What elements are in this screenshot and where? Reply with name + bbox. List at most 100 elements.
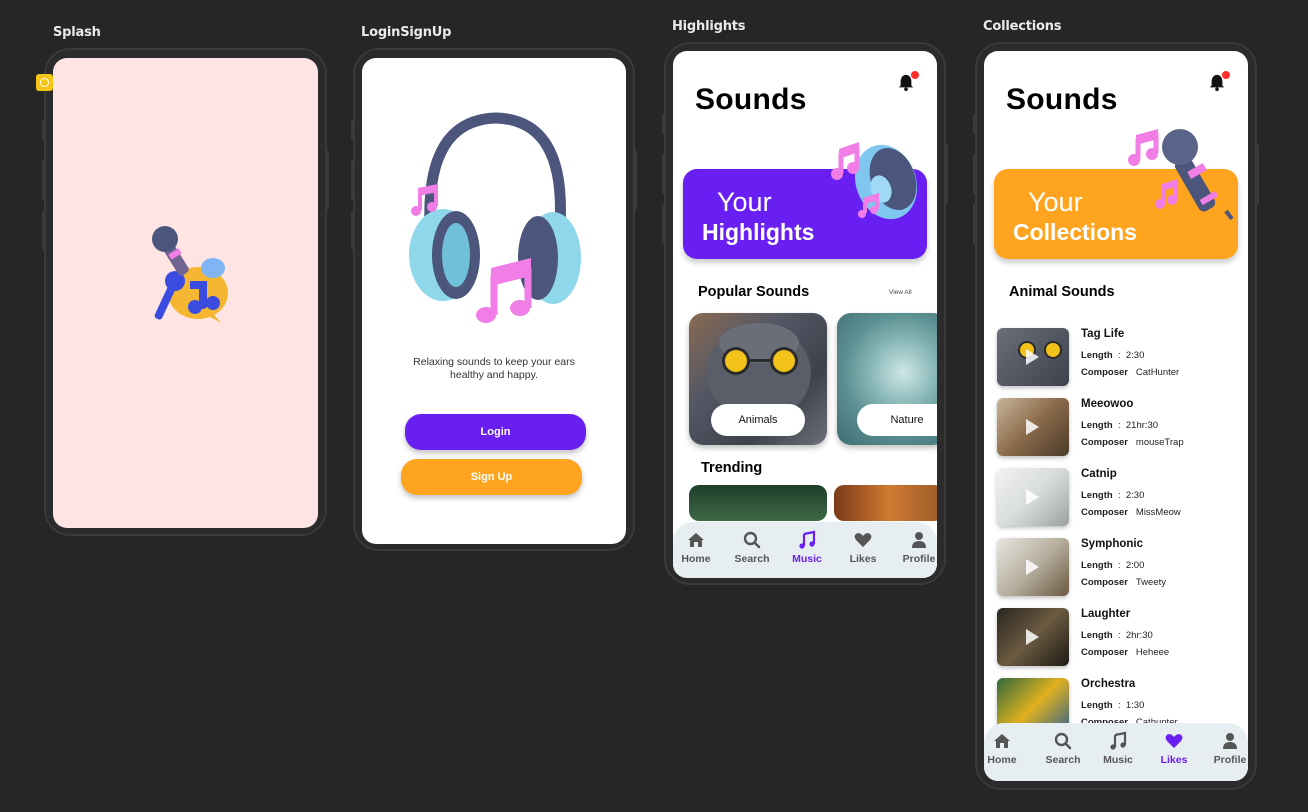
nav-likes[interactable]: Likes — [1146, 731, 1202, 766]
list-item[interactable]: Catnip Length : 2:30 Composer MissMeow — [997, 468, 1238, 528]
track-title: Symphonic — [1081, 538, 1143, 550]
microphone-illustration-icon — [1128, 129, 1234, 221]
category-card-nature[interactable]: Nature — [837, 313, 937, 445]
track-title: Catnip — [1081, 468, 1117, 480]
nav-music[interactable]: Music — [779, 530, 835, 565]
list-item[interactable]: Tag Life Length : 2:30 Composer CatHunte… — [997, 328, 1238, 388]
splash-logo-mic-icon — [152, 226, 228, 323]
notification-dot — [911, 71, 919, 79]
nav-label: Profile — [1213, 754, 1247, 766]
bottom-nav: Home Search Music Likes Profile — [984, 723, 1248, 781]
trending-card-autumn[interactable] — [834, 485, 937, 521]
nav-home[interactable]: Home — [673, 530, 724, 565]
track-thumbnail — [997, 328, 1069, 386]
nav-label: Home — [681, 553, 711, 565]
device-side-button — [662, 204, 666, 244]
nav-profile[interactable]: Profile — [891, 530, 937, 565]
track-composer: Composer Tweety — [1081, 577, 1167, 588]
device-side-button — [973, 114, 977, 134]
list-item[interactable]: Symphonic Length : 2:00 Composer Tweety — [997, 538, 1238, 598]
nav-label: Music — [1103, 754, 1133, 766]
collections-device: Sounds Your Collections Animal Sounds Ta… — [973, 42, 1259, 790]
login-tagline: Relaxing sounds to keep your ears health… — [413, 356, 575, 381]
track-thumbnail — [997, 608, 1069, 666]
play-icon[interactable] — [1026, 349, 1039, 365]
highlights-screen: Sounds Your Highlights Popular Sounds Vi… — [673, 51, 937, 578]
notification-dot — [1222, 71, 1230, 79]
play-icon[interactable] — [1026, 559, 1039, 575]
frame-label-highlights: Highlights — [672, 19, 746, 34]
track-composer: Composer mouseTrap — [1081, 437, 1184, 448]
play-icon[interactable] — [1026, 489, 1039, 505]
play-icon[interactable] — [1026, 419, 1039, 435]
nav-search[interactable]: Search — [1035, 731, 1091, 766]
headphones-illustration-icon — [409, 112, 581, 323]
nav-profile[interactable]: Profile — [1202, 731, 1248, 766]
nav-label: Likes — [849, 553, 877, 565]
device-side-button — [42, 160, 46, 200]
list-item[interactable]: Laughter Length : 2hr:30 Composer Heheee — [997, 608, 1238, 668]
track-length: Length : 2:00 — [1081, 560, 1145, 571]
profile-icon — [912, 532, 926, 548]
device-side-button — [662, 154, 666, 194]
device-side-button — [42, 210, 46, 250]
track-composer: Composer MissMeow — [1081, 507, 1181, 518]
heart-icon — [1165, 734, 1183, 748]
category-card-animals[interactable]: Animals — [689, 313, 827, 445]
login-screen: Relaxing sounds to keep your ears health… — [362, 58, 626, 544]
track-thumbnail — [997, 468, 1069, 526]
home-icon — [688, 533, 704, 547]
device-side-button — [944, 144, 948, 204]
splash-device — [42, 48, 329, 536]
device-side-button — [351, 160, 355, 200]
login-button[interactable]: Login — [405, 414, 586, 450]
device-side-button — [325, 150, 329, 210]
frame-label-login: LoginSignUp — [361, 25, 452, 40]
track-thumbnail — [997, 398, 1069, 456]
device-side-button — [1255, 144, 1259, 204]
device-side-button — [633, 150, 637, 210]
heart-icon — [854, 533, 872, 547]
category-label: Nature — [857, 404, 937, 436]
view-all-link[interactable]: View All — [889, 289, 912, 296]
nav-label: Search — [1045, 754, 1081, 766]
nav-search[interactable]: Search — [724, 530, 780, 565]
list-item[interactable]: Meeowoo Length : 21hr:30 Composer mouseT… — [997, 398, 1238, 458]
device-side-button — [351, 210, 355, 250]
signup-button[interactable]: Sign Up — [401, 459, 582, 495]
page-title: Sounds — [695, 83, 807, 116]
device-side-button — [973, 204, 977, 244]
track-thumbnail — [997, 538, 1069, 596]
track-length: Length : 2:30 — [1081, 350, 1145, 361]
frame-label-collections: Collections — [983, 19, 1062, 34]
frame-label-splash: Splash — [53, 25, 101, 40]
bottom-nav: Home Search Music Likes Profile — [673, 522, 937, 578]
nav-label: Likes — [1160, 754, 1188, 766]
page-title: Sounds — [1006, 83, 1118, 116]
track-length: Length : 1:30 — [1081, 700, 1145, 711]
splash-screen — [53, 58, 318, 528]
search-icon — [743, 531, 761, 549]
track-length: Length : 21hr:30 — [1081, 420, 1159, 431]
track-composer: Composer CatHunter — [1081, 367, 1180, 378]
nav-likes[interactable]: Likes — [835, 530, 891, 565]
popular-sounds-title: Popular Sounds — [698, 284, 810, 300]
track-length: Length : 2hr:30 — [1081, 630, 1153, 641]
collections-screen: Sounds Your Collections Animal Sounds Ta… — [984, 51, 1248, 781]
highlights-device: Sounds Your Highlights Popular Sounds Vi… — [662, 42, 948, 585]
device-side-button — [662, 114, 666, 134]
nav-home[interactable]: Home — [984, 731, 1030, 766]
device-side-button — [973, 154, 977, 194]
track-composer: Composer Heheee — [1081, 647, 1170, 658]
trending-card-forest[interactable] — [689, 485, 827, 521]
nav-music[interactable]: Music — [1090, 731, 1146, 766]
play-icon[interactable] — [1026, 629, 1039, 645]
nav-label: Profile — [902, 553, 936, 565]
profile-icon — [1223, 733, 1237, 749]
hero-line-1: Your — [717, 187, 772, 217]
search-icon — [1054, 732, 1072, 750]
track-length: Length : 2:30 — [1081, 490, 1145, 501]
home-icon — [994, 734, 1010, 748]
hero-line-1: Your — [1028, 187, 1083, 217]
speaker-illustration-icon — [831, 142, 918, 220]
